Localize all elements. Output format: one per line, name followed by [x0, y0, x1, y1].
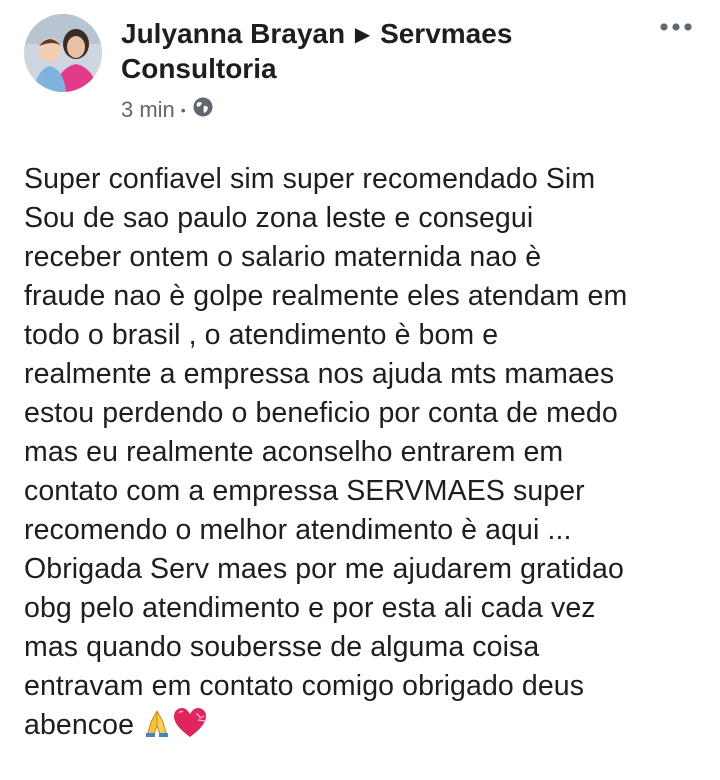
separator-dot: •	[180, 102, 186, 118]
emoji-group	[142, 707, 208, 739]
globe-icon	[192, 96, 214, 124]
post-header: Julyanna Brayan ▶ Servmaes Consultoria 3…	[24, 14, 698, 124]
arrow-right-icon: ▶	[354, 24, 371, 46]
post-timestamp[interactable]: 3 min	[121, 97, 175, 123]
post-header-text: Julyanna Brayan ▶ Servmaes Consultoria 3…	[121, 14, 654, 124]
avatar[interactable]	[24, 14, 102, 92]
post-meta: 3 min •	[121, 96, 654, 124]
praying-hands-icon	[146, 710, 169, 737]
more-options-button[interactable]	[654, 12, 698, 42]
avatar-image	[24, 14, 102, 92]
post-body: Super confiavel sim super recomendado Si…	[24, 160, 704, 745]
more-options-icon	[660, 23, 692, 31]
post-text: Super confiavel sim super recomendado Si…	[24, 163, 628, 741]
author-name[interactable]: Julyanna Brayan	[121, 18, 345, 49]
author-line: Julyanna Brayan ▶ Servmaes Consultoria	[121, 17, 654, 86]
heart-icon	[174, 708, 207, 737]
